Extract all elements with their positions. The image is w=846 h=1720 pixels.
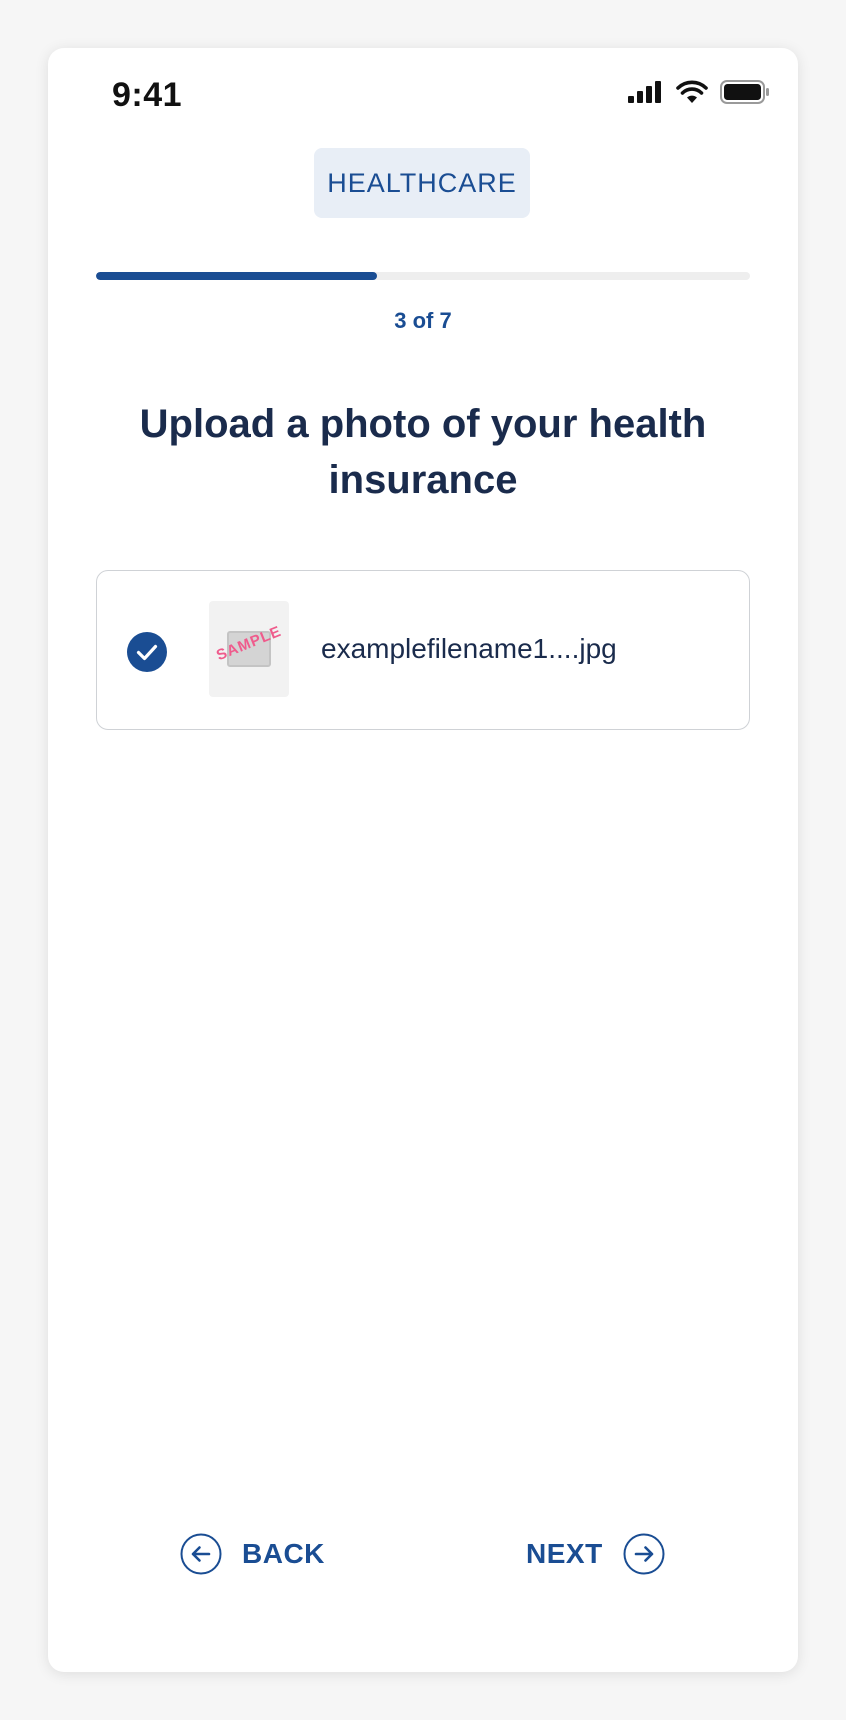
category-badge: HEALTHCARE xyxy=(314,148,530,218)
back-button-label: BACK xyxy=(242,1538,325,1569)
arrow-left-circle-icon xyxy=(180,1533,222,1575)
signal-icon xyxy=(628,81,661,103)
next-button-label: NEXT xyxy=(526,1538,603,1569)
back-button[interactable]: BACK xyxy=(180,1530,325,1578)
file-name: examplefilename1....jpg xyxy=(321,633,617,664)
file-thumbnail: SAMPLE xyxy=(209,601,289,697)
status-bar: 9:41 xyxy=(48,48,798,148)
status-icons xyxy=(628,80,770,104)
battery-icon xyxy=(720,80,769,104)
check-circle-icon xyxy=(127,632,167,672)
page-title: Upload a photo of your health insurance xyxy=(139,402,707,502)
progress-bar xyxy=(96,272,750,280)
step-indicator: 3 of 7 xyxy=(394,308,452,333)
wifi-icon xyxy=(676,80,708,103)
progress-bar-fill xyxy=(96,272,378,280)
arrow-right-circle-icon xyxy=(623,1533,665,1575)
uploaded-file-card[interactable]: SAMPLE examplefilename1....jpg xyxy=(96,570,750,730)
next-button[interactable]: NEXT xyxy=(526,1530,665,1578)
phone-screen: 9:41 HEALTHCARE 3 of 7 Upload a photo of… xyxy=(48,48,798,1672)
status-time: 9:41 xyxy=(112,76,183,114)
